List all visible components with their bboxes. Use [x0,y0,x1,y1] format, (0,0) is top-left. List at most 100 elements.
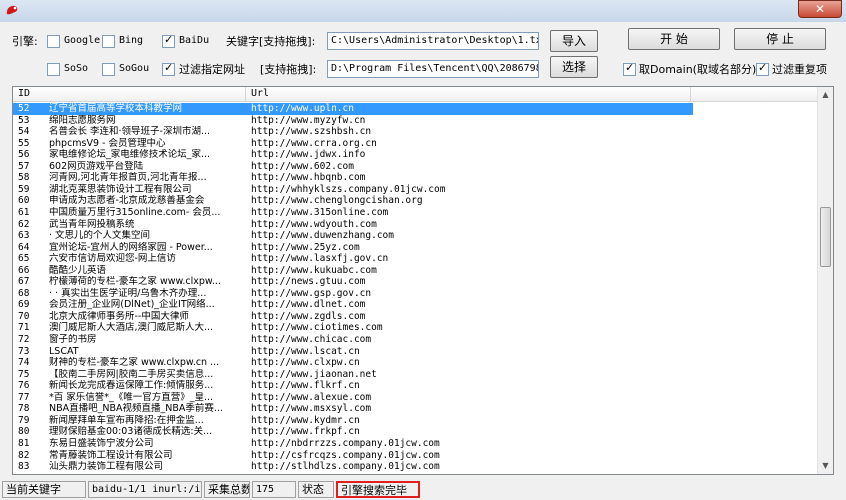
table-row[interactable]: 70 北京大成律师事务所--中国大律师 http://www.zgdls.com [13,311,693,323]
row-title: 柠檬薄荷的专栏-豪车之家 www.clxpw... [49,276,221,288]
row-title: 名普会长 李连和·领导班子-深圳市湖... [49,126,211,138]
filter-path-input[interactable]: D:\Program Files\Tencent\QQ\2086798373\ [327,60,539,78]
row-url: http://www.flkrf.cn [251,380,360,392]
row-id: 59 [18,183,30,195]
table-row[interactable]: 77 *百 家乐信誉*_《唯一官方直营》_皇... http://www.alexu… [13,392,693,404]
google-checkbox[interactable] [47,35,60,48]
current-keyword-label: 当前关键字 [2,481,86,498]
row-title: NBA直播吧_NBA视频直播_NBA季前赛... [49,403,223,415]
scroll-thumb[interactable] [820,207,831,267]
table-row[interactable]: 56 家电维修论坛_家电维修技术论坛_家... http://www.jdwx.in… [13,149,693,161]
column-header-id[interactable]: ID [13,87,246,102]
row-url: http://whhyklszs.company.01jcw.com [251,183,446,195]
table-row[interactable]: 74 财神的专栏-豪车之家 www.clxpw.cn ... http://www.… [13,357,693,369]
sogou-label: SoGou [119,63,150,74]
row-id: 75 [18,368,30,380]
table-row[interactable]: 60 申请成为志愿者-北京成龙慈善基金会 http://www.chenglongc… [13,195,693,207]
row-id: 79 [18,414,30,426]
table-row[interactable]: 71 澳门威尼斯人大酒店,澳门威尼斯人大... http://www.ciotime… [13,322,693,334]
row-url: http://www.hbqnb.com [251,172,366,184]
table-row[interactable]: 82 常青藤装饰工程设计有限公司 http://csfrcqzs.company.0… [13,450,693,462]
soso-checkbox[interactable] [47,63,60,76]
table-row[interactable]: 54 名普会长 李连和·领导班子-深圳市湖... http://www.szshbs… [13,126,693,138]
row-title: 602网页游戏平台登陆 [49,160,144,172]
keyword-path-input[interactable]: C:\Users\Administrator\Desktop\1.txt [327,32,539,50]
table-row[interactable]: 53 绵阳志愿服务网 http://www.myzyfw.cn [13,115,693,127]
total-value: 175 [252,481,296,498]
bing-checkbox[interactable] [102,35,115,48]
scroll-up-icon[interactable]: ▲ [818,87,833,103]
keyword-label: 关键字[支持拖拽]: [226,35,316,48]
table-row[interactable]: 59 湖北克莱思装饰设计工程有限公司 http://whhyklszs.compan… [13,184,693,196]
row-url: http://www.upln.cn [251,103,354,114]
close-button[interactable]: ✕ [798,0,842,18]
table-row[interactable]: 52 辽宁省首届高等学校本科教学网 http://www.upln.cn [13,103,693,115]
table-row[interactable]: 65 六安市信访局欢迎您-网上信访 http://www.lasxfj.gov.cn [13,253,693,265]
table-row[interactable]: 64 宜州论坛-宜州人的网络家园 - Power... http://www.25y… [13,242,693,254]
take-domain-checkbox[interactable] [623,61,636,76]
row-title: 湖北克莱思装饰设计工程有限公司 [49,183,192,195]
table-row[interactable]: 55 phpcmsV9 - 会员管理中心 http://www.crra.org.c… [13,138,693,150]
row-url: http://www.crra.org.cn [251,137,377,149]
row-id: 83 [18,461,30,473]
row-title: 中国质量万里行315online.com- 会员... [49,206,221,218]
row-url: http://www.frkpf.cn [251,426,360,438]
scroll-down-icon[interactable]: ▼ [818,458,833,474]
table-row[interactable]: 63 · 文思儿的个人文集空间 http://www.duwenzhang.com [13,230,693,242]
row-id: 54 [18,126,30,138]
row-id: 67 [18,276,30,288]
baidu-checkbox[interactable] [162,33,175,48]
table-row[interactable]: 73 LSCAT http://www.lscat.cn [13,346,693,358]
state-label: 状态 [298,481,334,498]
row-title: 会员注册_企业网(DlNet)_企业IT网络... [49,299,215,311]
vertical-scrollbar[interactable]: ▲ ▼ [817,87,833,474]
row-title: 常青藤装饰工程设计有限公司 [49,449,173,461]
row-id: 66 [18,264,30,276]
current-keyword-value: baidu-1/1 inurl:/index.php [88,481,202,498]
row-title: 财神的专栏-豪车之家 www.clxpw.cn ... [49,357,220,369]
row-url: http://www.alexue.com [251,391,372,403]
table-row[interactable]: 69 会员注册_企业网(DlNet)_企业IT网络... http://www.dl… [13,299,693,311]
table-row[interactable]: 76 新闻长龙完成春运保障工作:倾情服务... http://www.flkrf.c… [13,380,693,392]
row-url: http://www.myzyfw.cn [251,114,366,126]
row-title: 北京大成律师事务所--中国大律师 [49,310,189,322]
row-url: http://www.602.com [251,160,354,172]
table-row[interactable]: 57 602网页游戏平台登陆 http://www.602.com [13,161,693,173]
table-row[interactable]: 62 武当青年网投稿系统 http://www.wdyouth.com [13,219,693,231]
table-row[interactable]: 61 中国质量万里行315online.com- 会员... http://www.… [13,207,693,219]
start-button[interactable]: 开 始 [628,28,720,50]
table-row[interactable]: 72 窗子的书房 http://www.chicac.com [13,334,693,346]
row-title: 汕头鼎力装饰工程有限公司 [49,461,164,473]
table-row[interactable]: 58 河青网,河北青年报首页,河北青年报... http://www.hbqnb.c… [13,172,693,184]
state-value: 引擎搜索完毕 [336,481,420,498]
table-row[interactable]: 68 · · 真实出生医学证明/乌鲁木齐办理... http://www.gsp.g… [13,288,693,300]
results-list[interactable]: ID Url 52 辽宁省首届高等学校本科教学网 http://www.upln.c… [12,86,834,475]
stop-button[interactable]: 停 止 [734,28,826,50]
table-row[interactable]: 80 理财保赔基金00:03诸德成长精选:关... http://www.frkpf… [13,426,693,438]
row-url: http://www.315online.com [251,206,389,218]
filter-duplicate-checkbox[interactable] [756,61,769,76]
row-id: 56 [18,149,30,161]
table-row[interactable]: 83 汕头鼎力装饰工程有限公司 http://stlhdlzs.company.01… [13,461,693,473]
sogou-checkbox[interactable] [102,63,115,76]
table-row[interactable]: 67 柠檬薄荷的专栏-豪车之家 www.clxpw... http://news.g… [13,276,693,288]
row-url: http://stlhdlzs.company.01jcw.com [251,461,440,473]
table-row[interactable]: 75 【胶南二手房网|胶南二手房买卖信息... http://www.jiaonan… [13,369,693,381]
row-id: 80 [18,426,30,438]
filter-url-checkbox[interactable] [162,61,175,76]
row-id: 52 [18,103,30,114]
row-id: 68 [18,287,30,299]
table-row[interactable]: 81 东易日盛装饰宁波分公司 http://nbdrrzzs.company.01j… [13,438,693,450]
row-id: 55 [18,137,30,149]
table-row[interactable]: 78 NBA直播吧_NBA视频直播_NBA季前赛... http://www.msx… [13,403,693,415]
column-header-url[interactable]: Url [246,87,691,102]
select-button[interactable]: 选择 [550,56,598,78]
row-title: 申请成为志愿者-北京成龙慈善基金会 [49,195,205,207]
import-button[interactable]: 导入 [550,30,598,52]
row-id: 53 [18,114,30,126]
table-row[interactable]: 79 新闻摩拜单车宣布再降招:在押金监... http://www.kydmr.cn [13,415,693,427]
baidu-label: BaiDu [179,35,210,46]
row-title: 六安市信访局欢迎您-网上信访 [49,253,176,265]
row-title: 酷酷少儿英语 [49,264,107,276]
table-row[interactable]: 66 酷酷少儿英语 http://www.kukuabc.com [13,265,693,277]
